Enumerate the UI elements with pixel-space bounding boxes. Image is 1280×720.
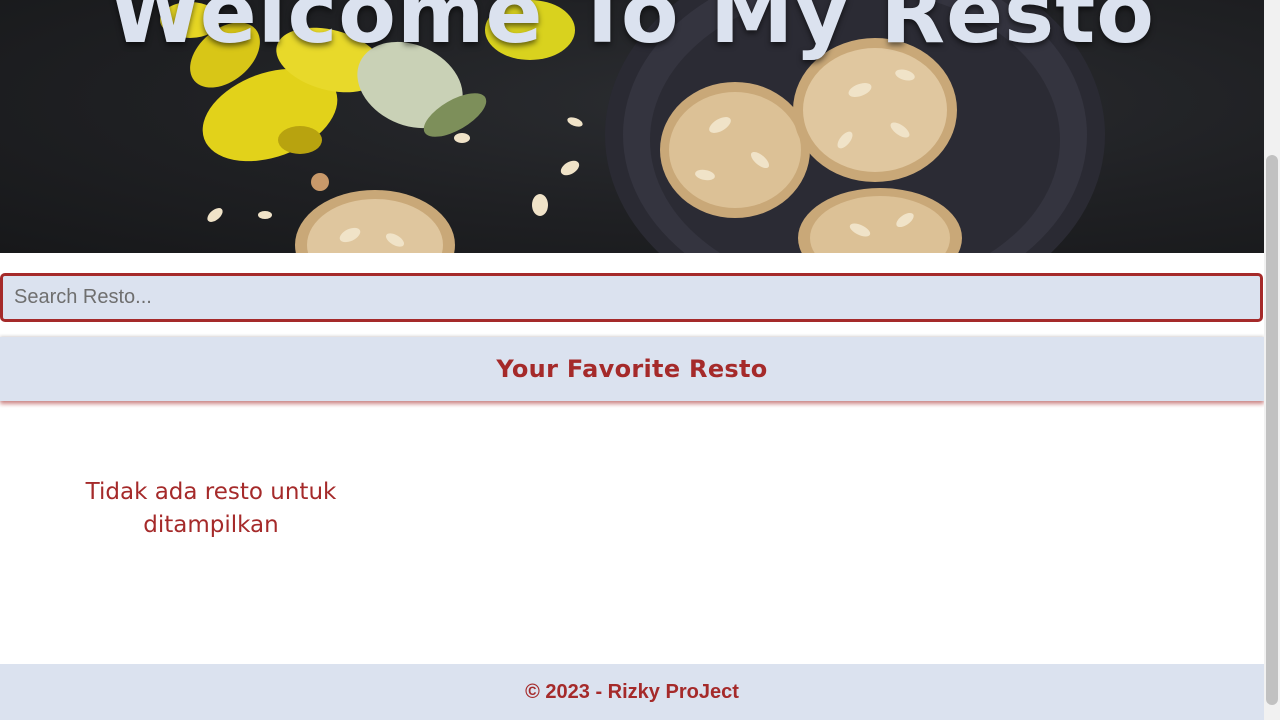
scrollbar-thumb[interactable] — [1266, 155, 1278, 705]
favorites-title: Your Favorite Resto — [496, 355, 768, 383]
vertical-scrollbar[interactable] — [1264, 0, 1280, 720]
search-bar — [0, 273, 1264, 323]
search-input[interactable] — [0, 273, 1263, 322]
hero-banner: Welcome To My Resto — [0, 0, 1264, 253]
hero-title: Welcome To My Resto — [109, 0, 1155, 62]
footer-copyright: © 2023 - Rizky ProJect — [525, 680, 739, 703]
favorites-header: Your Favorite Resto — [0, 337, 1264, 401]
footer: © 2023 - Rizky ProJect — [0, 664, 1264, 720]
page: Welcome To My Resto Your Favorite Resto … — [0, 0, 1264, 720]
empty-state-message: Tidak ada resto untuk ditampilkan — [85, 479, 337, 538]
